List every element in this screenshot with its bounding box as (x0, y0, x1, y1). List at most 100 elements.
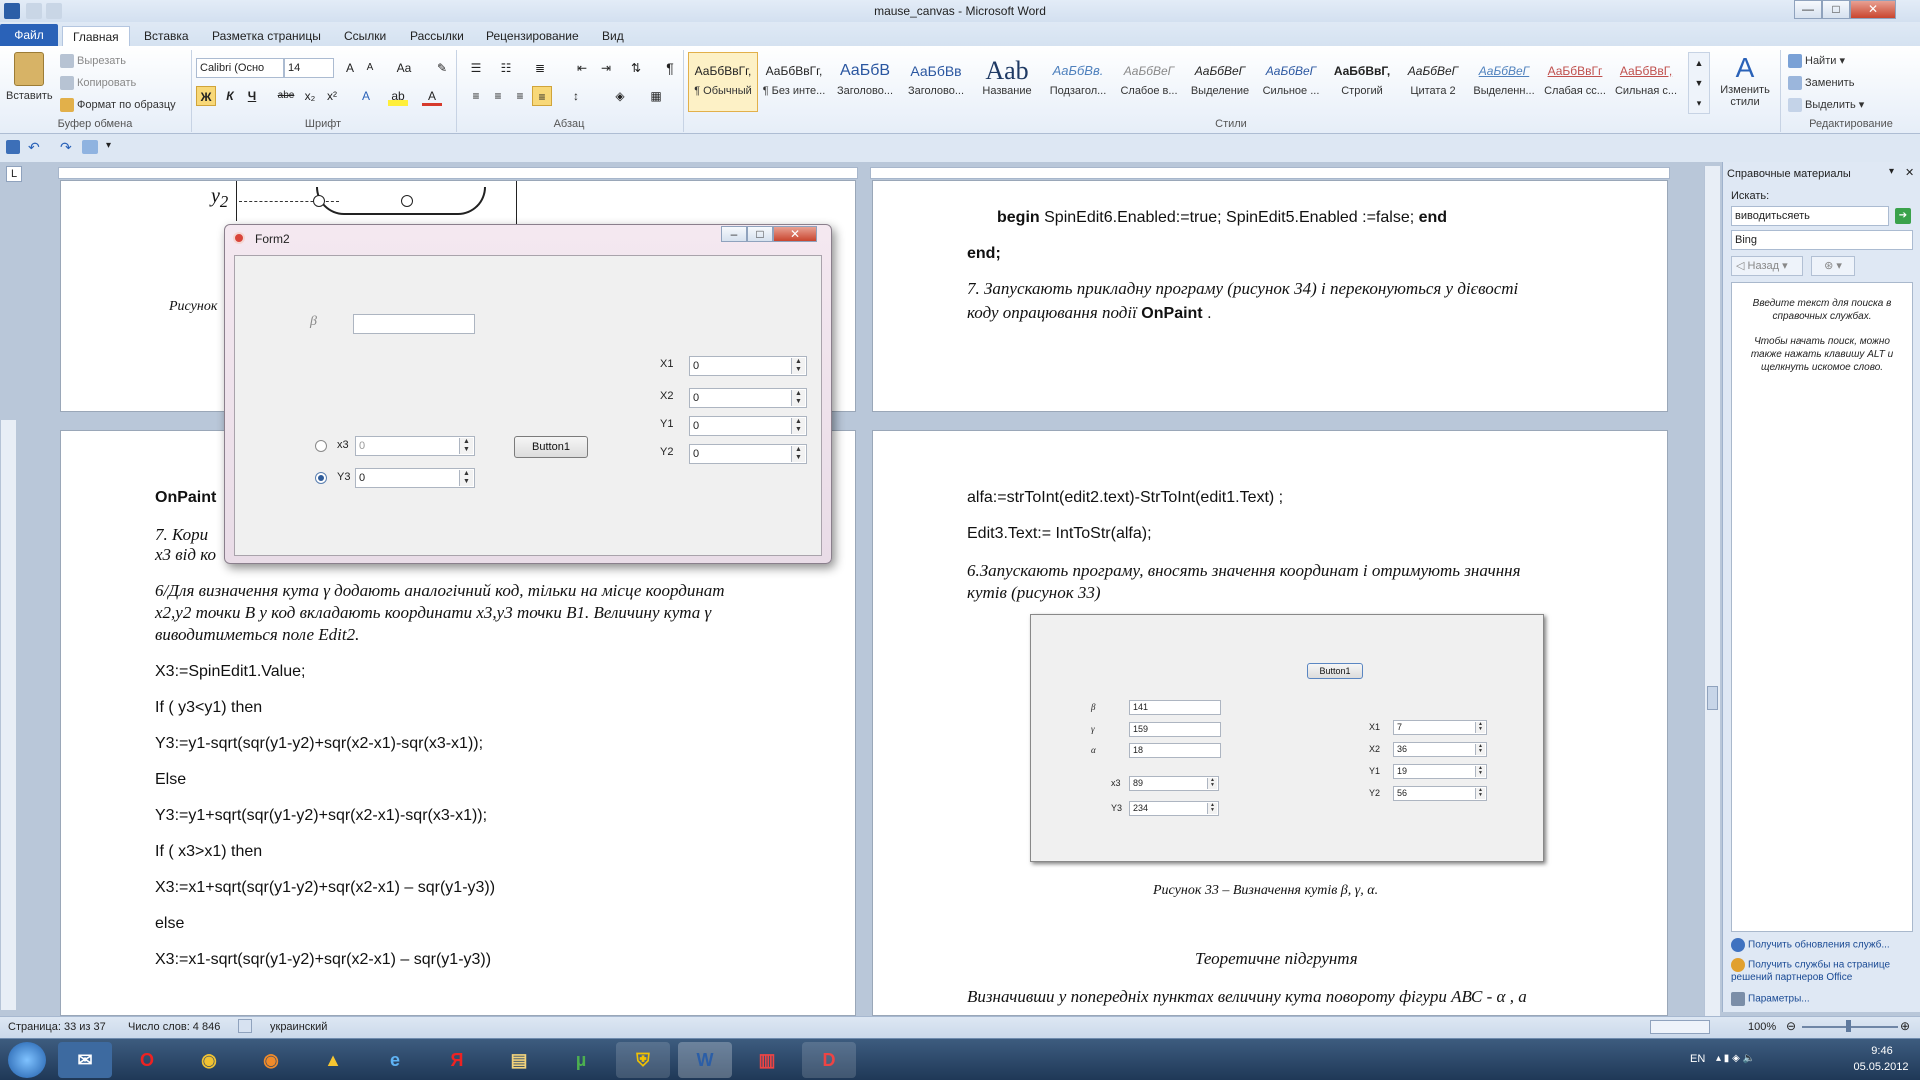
x3-spinedit[interactable]: 0 ▲ ▼ (355, 436, 475, 456)
multilevel-list-icon[interactable]: ≣ (530, 58, 550, 78)
change-case-button[interactable]: Aa (394, 58, 414, 78)
style-tile[interactable]: АаБбВвГг, ¶ Обычный (688, 52, 758, 112)
search-input[interactable]: виводитьсяеть (1731, 206, 1889, 226)
style-tile[interactable]: АаБбВеГ Цитата 2 (1398, 52, 1468, 112)
grow-font-button[interactable]: A (340, 58, 360, 78)
superscript-button[interactable]: x² (322, 86, 342, 106)
shading-icon[interactable]: ◈ (610, 86, 630, 106)
keyboard-language[interactable]: EN (1690, 1053, 1705, 1065)
font-name-combo[interactable]: Calibri (Осно (196, 58, 284, 78)
highlight-button[interactable]: ab (388, 86, 408, 106)
align-right-icon[interactable]: ≡ (510, 86, 530, 106)
ie-app-icon[interactable]: e (368, 1042, 422, 1078)
style-tile[interactable]: АаБбВвГг, ¶ Без инте... (759, 52, 829, 112)
align-center-icon[interactable]: ≡ (488, 86, 508, 106)
vertical-scrollbar[interactable] (1704, 166, 1720, 1016)
tab-file[interactable]: Файл (0, 24, 58, 46)
form-maximize-button[interactable]: □ (747, 226, 773, 242)
tab-references[interactable]: Ссылки (334, 26, 396, 46)
forward-button[interactable]: ⊛ ▾ (1811, 256, 1855, 276)
show-formatting-button[interactable]: ¶ (660, 58, 680, 78)
bullets-icon[interactable]: ☰ (466, 58, 486, 78)
underline-button[interactable]: Ч (242, 86, 262, 106)
italic-button[interactable]: К (220, 86, 240, 106)
vertical-ruler[interactable] (0, 420, 16, 1010)
options-link[interactable]: Параметры... (1731, 992, 1810, 1006)
pdf-app-icon[interactable]: ▥ (740, 1042, 794, 1078)
security-app-icon[interactable]: ⛨ (616, 1042, 670, 1078)
x2-spinedit[interactable]: 0 ▲ ▼ (689, 388, 807, 408)
numbering-icon[interactable]: ☷ (496, 58, 516, 78)
strikethrough-button[interactable]: abe (276, 86, 296, 106)
x1-spinedit[interactable]: 0 ▲ ▼ (689, 356, 807, 376)
sort-icon[interactable]: ⇅ (626, 58, 646, 78)
select-button[interactable]: Выделить ▾ (1788, 98, 1864, 113)
style-tile[interactable]: АаБбВеГ Слабое в... (1114, 52, 1184, 112)
ruler-toggle[interactable]: L (6, 166, 22, 182)
updates-link[interactable]: Получить обновления служб... (1731, 938, 1890, 952)
justify-icon[interactable]: ≡ (532, 86, 552, 106)
style-tile[interactable]: АаБбВеГ Выделение (1185, 52, 1255, 112)
zoom-thumb[interactable] (1846, 1020, 1851, 1032)
clock-date[interactable]: 05.05.2012 (1846, 1061, 1916, 1073)
font-size-combo[interactable]: 14 (284, 58, 334, 78)
redo-icon[interactable]: ↷ (60, 139, 72, 156)
mail-app-icon[interactable]: ✉ (58, 1042, 112, 1078)
find-button[interactable]: Найти ▾ (1788, 54, 1845, 69)
subscript-button[interactable]: x₂ (300, 86, 320, 106)
paste-button[interactable]: Вставить (6, 52, 53, 114)
change-styles-button[interactable]: A Изменить стили (1714, 52, 1776, 114)
maximize-button[interactable]: □ (1822, 0, 1850, 19)
y3-spinedit[interactable]: 0 ▲ ▼ (355, 468, 475, 488)
form-close-button[interactable]: ✕ (773, 226, 817, 242)
align-left-icon[interactable]: ≡ (466, 86, 486, 106)
clock-time[interactable]: 9:46 (1852, 1045, 1912, 1057)
style-tile[interactable]: АаБбВеГ Выделенн... (1469, 52, 1539, 112)
scroll-thumb[interactable] (1707, 686, 1718, 710)
tab-page-layout[interactable]: Разметка страницы (202, 26, 331, 46)
bold-button[interactable]: Ж (196, 86, 216, 106)
pane-menu-icon[interactable]: ▾ (1889, 166, 1894, 177)
search-go-icon[interactable]: ➔ (1895, 208, 1911, 224)
style-tile[interactable]: АаБбВ Заголово... (830, 52, 900, 112)
tray-icons[interactable]: ▴ ▮ ◈ 🔈 (1716, 1053, 1755, 1064)
horizontal-ruler-right[interactable] (870, 167, 1670, 179)
delphi-app-icon[interactable]: D (802, 1042, 856, 1078)
tab-insert[interactable]: Вставка (134, 26, 199, 46)
proofing-icon[interactable] (238, 1019, 252, 1033)
yandex-app-icon[interactable]: Я (430, 1042, 484, 1078)
x3-radio[interactable] (315, 440, 327, 452)
opera-app-icon[interactable]: O (120, 1042, 174, 1078)
utorrent-app-icon[interactable]: µ (554, 1042, 608, 1078)
font-color-button[interactable]: A (422, 86, 442, 106)
partner-services-link[interactable]: Получить службы на странице решений парт… (1731, 958, 1917, 984)
y2-spinedit[interactable]: 0 ▲ ▼ (689, 444, 807, 464)
style-tile[interactable]: АаБбВвГ, Строгий (1327, 52, 1397, 112)
copy-button[interactable]: Копировать (60, 76, 136, 90)
customize-qat-icon[interactable]: ▾ (106, 140, 111, 151)
beta-edit[interactable] (353, 314, 475, 334)
shrink-font-button[interactable]: A (360, 58, 380, 78)
zoom-level[interactable]: 100% (1748, 1021, 1776, 1033)
chrome-app-icon[interactable]: ◉ (182, 1042, 236, 1078)
style-tile[interactable]: АаБбВвГг Слабая сс... (1540, 52, 1610, 112)
zoom-in-icon[interactable]: ⊕ (1900, 1019, 1910, 1033)
style-tile[interactable]: АаБбВеГ Сильное ... (1256, 52, 1326, 112)
tab-view[interactable]: Вид (592, 26, 634, 46)
back-button[interactable]: ◁ Назад ▾ (1731, 256, 1803, 276)
undo-icon[interactable]: ↶ (28, 139, 40, 156)
clear-format-icon[interactable]: ✎ (432, 58, 452, 78)
line-spacing-icon[interactable]: ↕ (566, 86, 586, 106)
save-icon[interactable] (6, 140, 20, 154)
start-button[interactable] (8, 1042, 46, 1078)
pane-close-icon[interactable]: ✕ (1905, 166, 1914, 179)
tab-review[interactable]: Рецензирование (476, 26, 589, 46)
explorer-app-icon[interactable]: ▤ (492, 1042, 546, 1078)
word-app-taskbar-icon[interactable]: W (678, 1042, 732, 1078)
firefox-app-icon[interactable]: ◉ (244, 1042, 298, 1078)
decrease-indent-icon[interactable]: ⇤ (572, 58, 592, 78)
text-effects-button[interactable]: A (356, 86, 376, 106)
y1-spinedit[interactable]: 0 ▲ ▼ (689, 416, 807, 436)
y3-radio[interactable] (315, 472, 327, 484)
spelling-icon[interactable] (82, 140, 98, 154)
